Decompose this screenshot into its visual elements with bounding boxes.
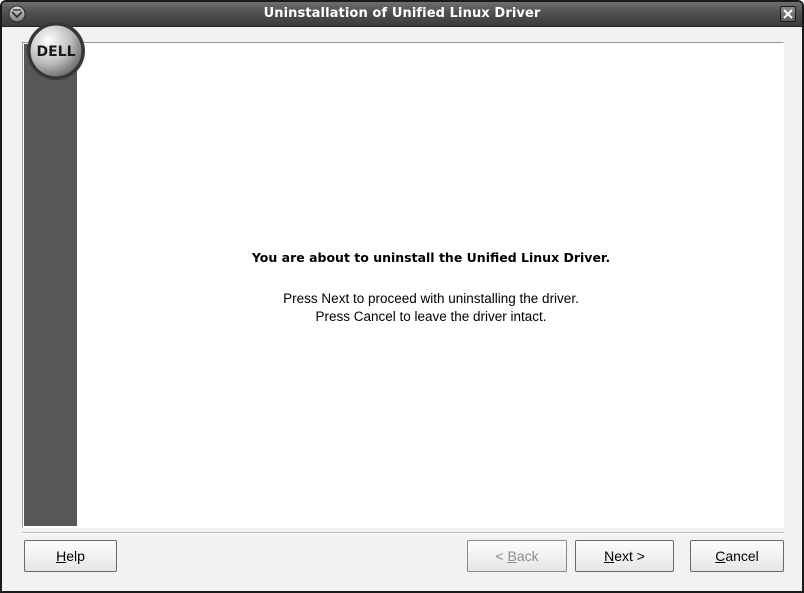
sidebar-banner [24,44,77,526]
message-area: You are about to uninstall the Unified L… [79,43,783,527]
message-line-cancel: Press Cancel to leave the driver intact. [315,309,547,324]
content-panel: You are about to uninstall the Unified L… [22,42,784,528]
message-line-next: Press Next to proceed with uninstalling … [283,291,579,306]
dell-logo-icon: DELL [26,21,86,81]
back-button[interactable]: < Back [467,540,567,572]
title-bar[interactable]: Uninstallation of Unified Linux Driver [2,2,802,27]
next-button[interactable]: Next > [575,540,674,572]
cancel-button[interactable]: Cancel [690,540,784,572]
installer-window: Uninstallation of Unified Linux Driver Y… [0,0,804,593]
close-button[interactable] [780,6,796,22]
window-title: Uninstallation of Unified Linux Driver [263,6,541,21]
close-icon [783,9,793,19]
message-heading: You are about to uninstall the Unified L… [251,250,611,265]
help-button[interactable]: Help [24,540,117,572]
button-separator [22,532,784,534]
logo-text: DELL [36,44,75,60]
